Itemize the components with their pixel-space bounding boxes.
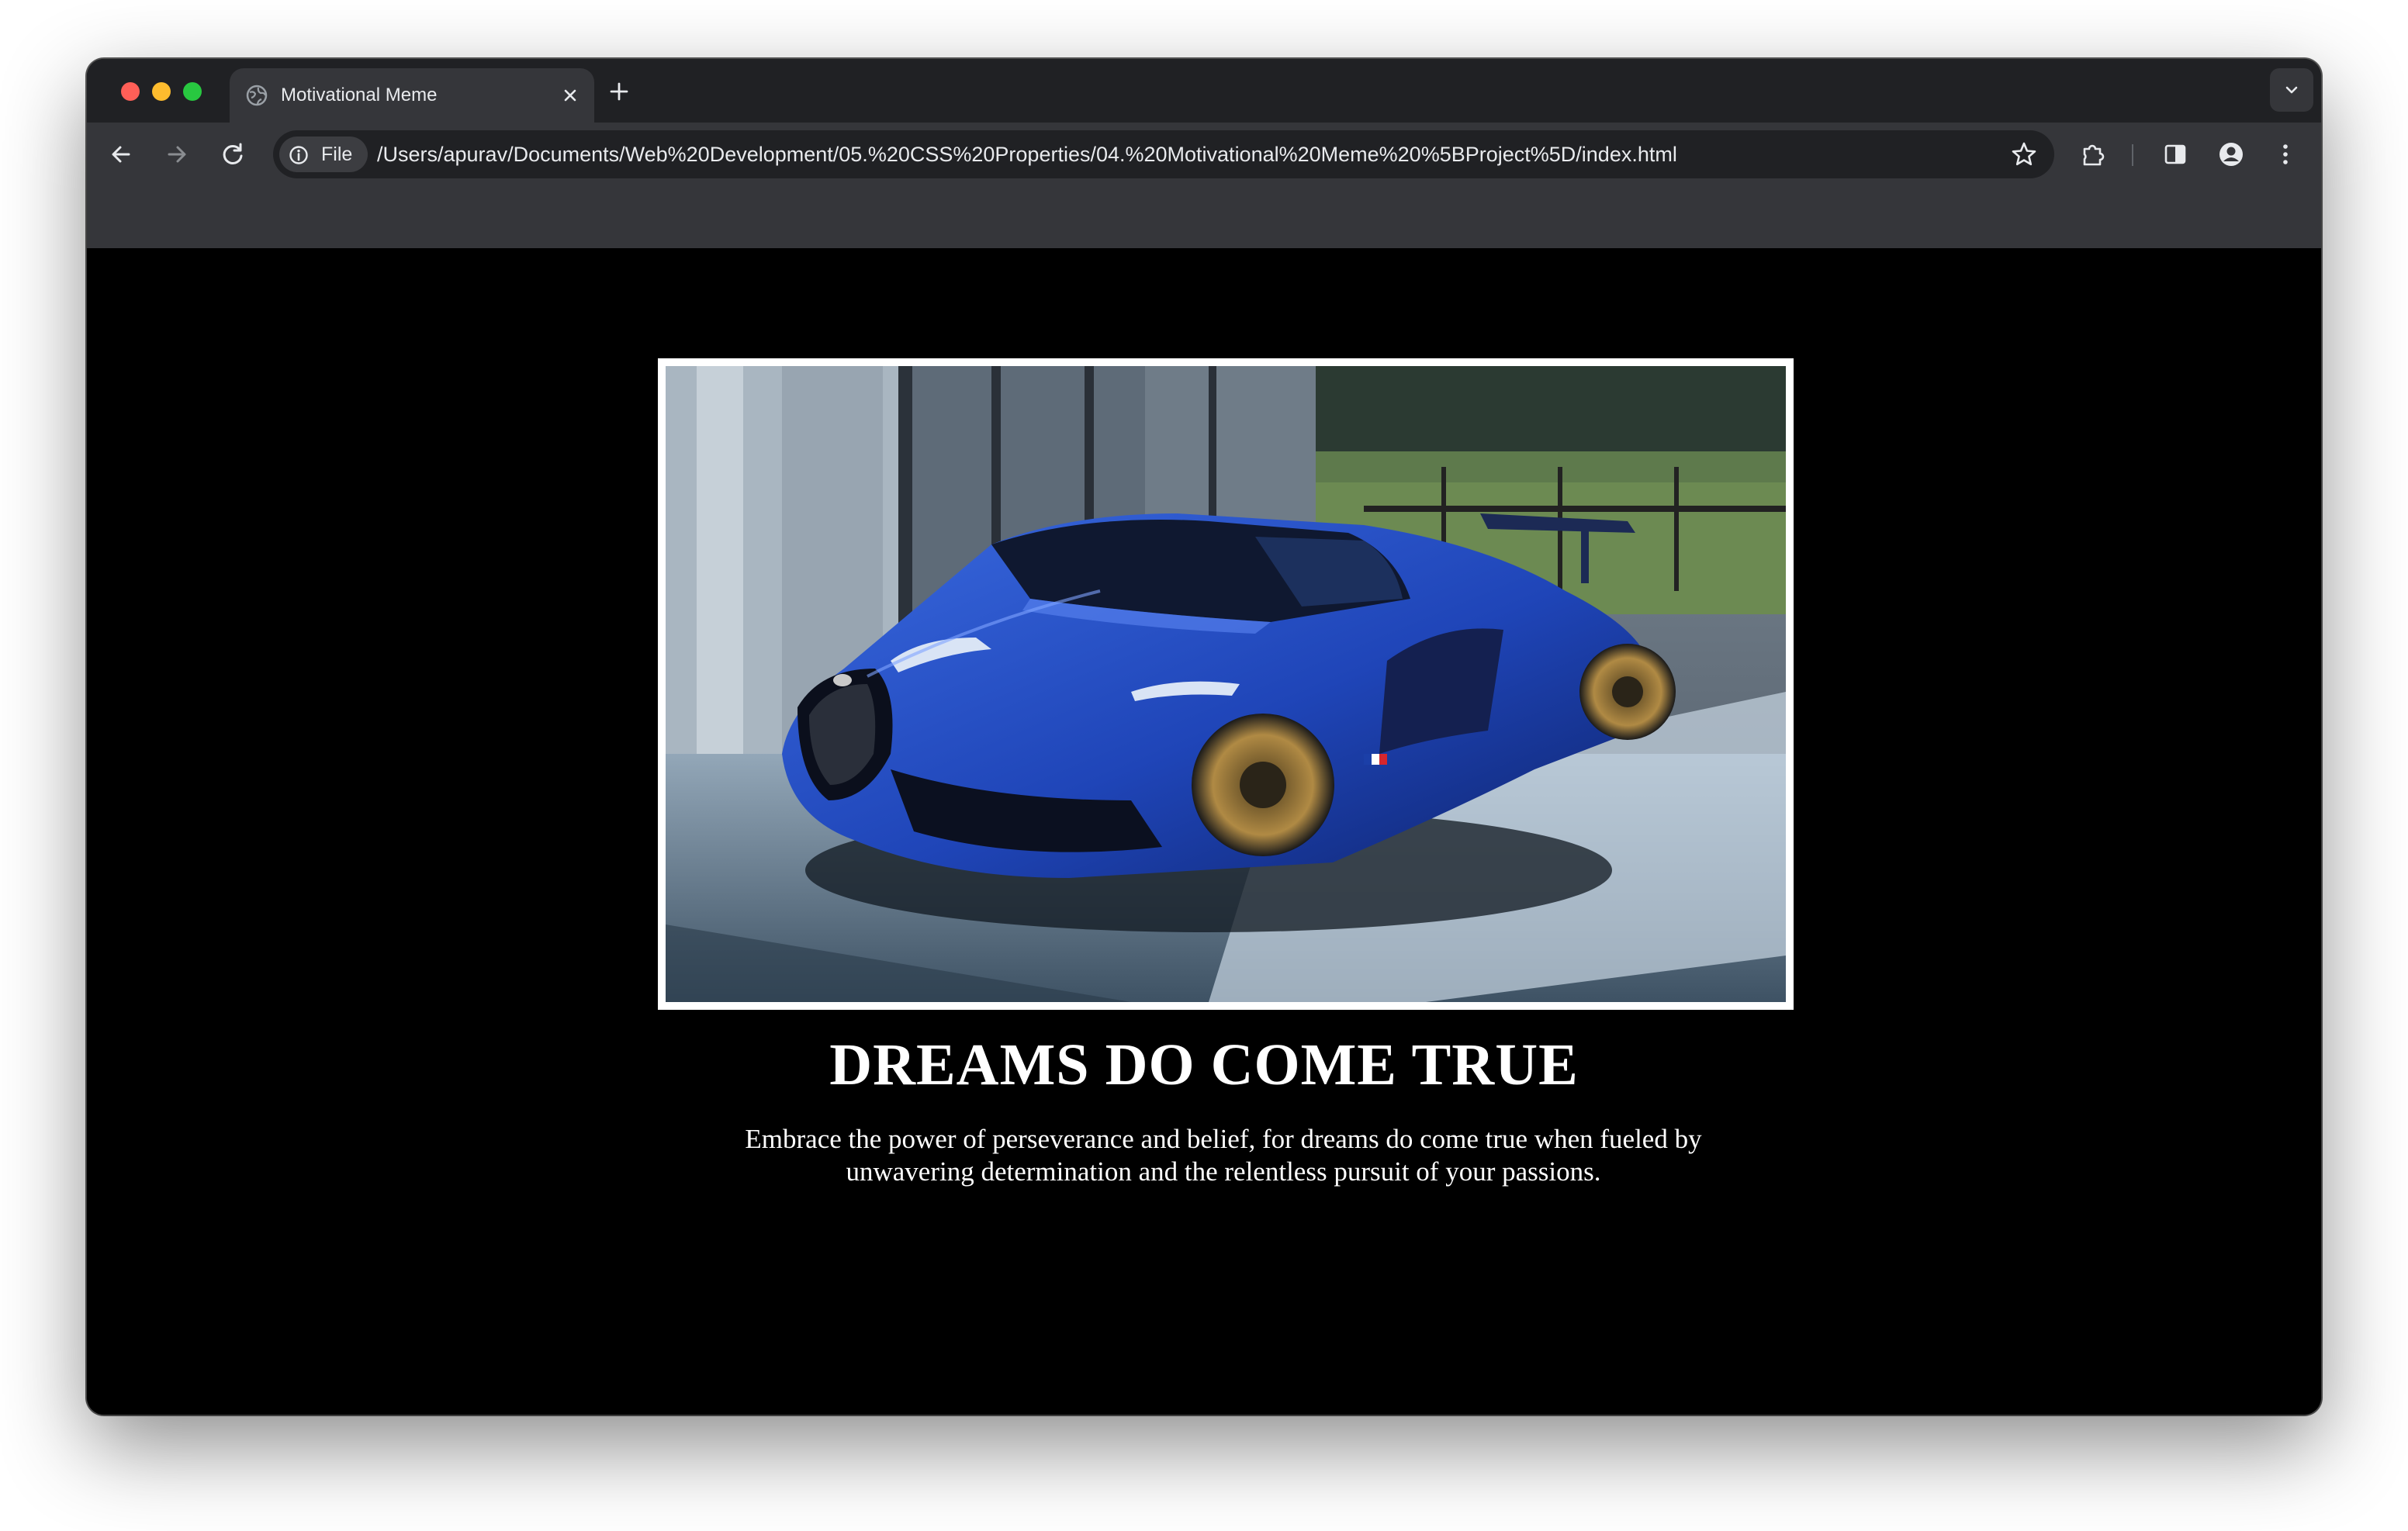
globe-icon bbox=[245, 84, 268, 107]
tab-strip: Motivational Meme bbox=[87, 59, 2321, 123]
scheme-label: File bbox=[321, 143, 353, 165]
car-photo bbox=[658, 358, 1794, 1010]
page-headline: DREAMS DO COME TRUE bbox=[829, 1032, 1579, 1097]
browser-window: Motivational Meme File /Users/apurav/Doc… bbox=[87, 59, 2321, 1415]
window-minimize-button[interactable] bbox=[152, 82, 171, 101]
tab-title: Motivational Meme bbox=[281, 85, 438, 105]
page-viewport: DREAMS DO COME TRUE Embrace the power of… bbox=[87, 248, 2321, 1415]
page-caption: Embrace the power of perseverance and be… bbox=[745, 1124, 1702, 1187]
tab-search-button[interactable] bbox=[2270, 68, 2313, 112]
info-icon bbox=[289, 146, 308, 164]
chevron-down-icon bbox=[2285, 86, 2298, 94]
tab-close-icon[interactable] bbox=[560, 85, 580, 105]
toolbar-divider bbox=[2132, 144, 2133, 166]
extensions-icon[interactable] bbox=[2078, 139, 2109, 170]
tab-motivational-meme[interactable]: Motivational Meme bbox=[230, 68, 594, 123]
star-icon[interactable] bbox=[2009, 140, 2039, 169]
window-close-button[interactable] bbox=[121, 82, 140, 101]
address-bar[interactable]: File /Users/apurav/Documents/Web%20Devel… bbox=[273, 130, 2054, 178]
browser-toolbar: File /Users/apurav/Documents/Web%20Devel… bbox=[87, 123, 2321, 186]
bookmarks-bar bbox=[87, 186, 2321, 248]
profile-icon[interactable] bbox=[2216, 139, 2247, 170]
url-text[interactable]: /Users/apurav/Documents/Web%20Developmen… bbox=[377, 143, 1677, 166]
side-panel-icon[interactable] bbox=[2160, 139, 2191, 170]
window-maximize-button[interactable] bbox=[183, 82, 202, 101]
forward-arrow-icon[interactable] bbox=[161, 139, 192, 170]
site-info-chip[interactable]: File bbox=[279, 137, 368, 172]
reload-icon[interactable] bbox=[217, 139, 248, 170]
more-vert-icon[interactable] bbox=[2270, 139, 2301, 170]
new-tab-icon[interactable] bbox=[607, 79, 631, 104]
back-arrow-icon[interactable] bbox=[106, 139, 137, 170]
